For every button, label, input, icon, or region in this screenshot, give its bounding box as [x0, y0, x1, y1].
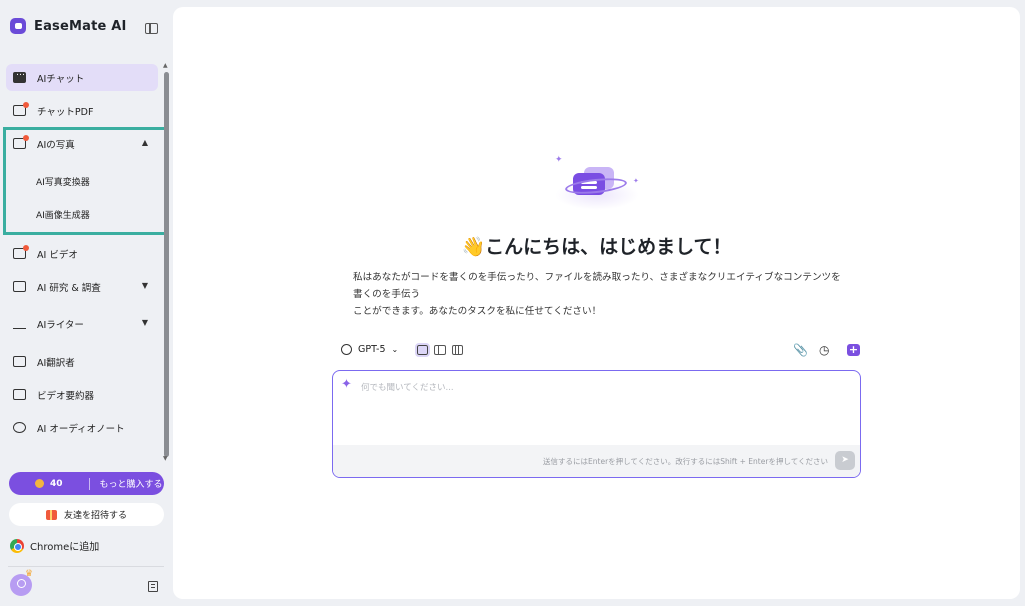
research-icon — [13, 281, 26, 292]
sidebar-nav: AIチャット チャットPDF AIの写真 ▲ AI写真変換器 AI画像生成器 A… — [6, 64, 158, 441]
scroll-up-icon[interactable]: ▲ — [163, 62, 168, 69]
sidebar-item-writer[interactable]: AIライター ▼ — [6, 310, 158, 337]
sidebar-subitem-photo-converter[interactable]: AI写真変換器 — [6, 169, 158, 193]
sidebar-item-audio-note[interactable]: AI オーディオノート — [6, 414, 158, 441]
sparkle-icon: ✦ — [633, 177, 639, 185]
chevron-up-icon: ▲ — [141, 138, 148, 147]
writer-icon — [13, 318, 26, 329]
chat-input-box[interactable]: ✦ 何でも聞いてください... 送信するにはEnterを押してください。改行する… — [332, 370, 861, 478]
chevron-down-icon: ▼ — [141, 318, 148, 327]
sidebar-item-label: AIの写真 — [37, 139, 75, 151]
translate-icon — [13, 356, 26, 367]
sidebar-item-label: AI写真変換器 — [36, 177, 90, 188]
pdf-icon — [13, 102, 29, 116]
main-panel: ✦ ✦ 👋こんにちは、はじめまして！ 私はあなたがコードを書くのを手伝ったり、フ… — [173, 7, 1020, 599]
chat-illustration-icon: ✦ ✦ — [547, 155, 647, 215]
description-line: 私はあなたがコードを書くのを手伝ったり、ファイルを読み取ったり、さまざまなクリエ… — [353, 272, 841, 300]
photo-icon — [13, 135, 29, 149]
easemate-logo-icon — [10, 18, 26, 34]
model-label: GPT-5 — [358, 344, 386, 355]
chat-input-placeholder[interactable]: 何でも聞いてください... — [361, 381, 454, 393]
chevron-down-icon: ⌄ — [391, 345, 399, 354]
history-icon[interactable]: ◷ — [819, 343, 829, 357]
chrome-label: Chromeに追加 — [30, 542, 100, 553]
sparkle-icon: ✦ — [555, 155, 563, 165]
video-icon — [13, 245, 29, 259]
attach-icon[interactable]: 📎 — [793, 343, 808, 357]
greeting-text: こんにちは、はじめまして！ — [485, 236, 732, 258]
split-view-icon[interactable] — [434, 345, 446, 355]
sidebar: EaseMate AI AIチャット チャットPDF AIの写真 ▲ AI写真変… — [0, 0, 172, 606]
sidebar-subitem-image-generator[interactable]: AI画像生成器 — [6, 202, 158, 226]
sidebar-item-research[interactable]: AI 研究 & 調査 ▼ — [6, 273, 158, 300]
credits-count: 40 — [50, 478, 63, 489]
sidebar-item-ai-chat[interactable]: AIチャット — [6, 64, 158, 91]
sidebar-item-label: AI オーディオノート — [37, 423, 125, 435]
sidebar-item-label: AI 研究 & 調査 — [37, 282, 101, 294]
sidebar-item-label: AI画像生成器 — [36, 210, 90, 221]
sidebar-item-chat-pdf[interactable]: チャットPDF — [6, 97, 158, 124]
divider — [8, 566, 164, 567]
single-view-icon[interactable] — [415, 343, 430, 357]
model-selector[interactable]: GPT-5 ⌄ — [341, 344, 398, 355]
sidebar-toggle-icon[interactable] — [145, 23, 158, 34]
coin-icon — [35, 479, 44, 488]
crown-icon: ♛ — [25, 569, 34, 579]
sidebar-scrollbar[interactable]: ▲ ▼ — [163, 62, 169, 462]
video-summary-icon — [13, 389, 26, 400]
invite-friends-button[interactable]: 友達を招待する — [9, 503, 164, 526]
sidebar-item-label: AI翻訳者 — [37, 357, 75, 369]
sidebar-item-label: AIライター — [37, 319, 84, 331]
add-to-chrome-link[interactable]: Chromeに追加 — [10, 538, 99, 553]
scroll-down-icon[interactable]: ▼ — [163, 455, 168, 462]
credits-button[interactable]: 40 もっと購入する — [9, 472, 164, 495]
sidebar-item-label: AI ビデオ — [37, 249, 78, 261]
credits-divider — [88, 477, 90, 490]
input-hint: 送信するにはEnterを押してください。改行するにはShift + Enterを… — [543, 457, 828, 466]
buy-more-label: もっと購入する — [99, 480, 163, 490]
wave-icon: 👋 — [461, 236, 486, 258]
audio-note-icon — [13, 422, 26, 433]
sidebar-item-label: チャットPDF — [37, 106, 94, 118]
sidebar-item-label: ビデオ要約器 — [37, 390, 95, 402]
openai-icon — [341, 344, 352, 355]
chat-icon — [13, 68, 26, 83]
chat-toolbar: GPT-5 ⌄ 📎 ◷ + — [339, 342, 861, 362]
sidebar-item-translator[interactable]: AI翻訳者 — [6, 348, 158, 375]
sidebar-item-ai-video[interactable]: AI ビデオ — [6, 240, 158, 267]
sidebar-item-video-summary[interactable]: ビデオ要約器 — [6, 381, 158, 408]
brand[interactable]: EaseMate AI — [10, 18, 127, 34]
sidebar-item-label: AIチャット — [37, 73, 85, 85]
scrollbar-thumb[interactable] — [164, 72, 169, 457]
chevron-down-icon: ▼ — [141, 281, 148, 290]
invite-label: 友達を招待する — [63, 511, 127, 521]
sparkle-icon: ✦ — [341, 377, 352, 392]
description: 私はあなたがコードを書くのを手伝ったり、ファイルを読み取ったり、さまざまなクリエ… — [353, 269, 843, 320]
brand-name: EaseMate AI — [34, 18, 127, 34]
input-footer: 送信するにはEnterを押してください。改行するにはShift + Enterを… — [333, 445, 860, 477]
triple-view-icon[interactable] — [452, 345, 463, 355]
greeting-heading: 👋こんにちは、はじめまして！ — [173, 232, 1020, 259]
new-chat-icon[interactable]: + — [847, 344, 860, 356]
gift-icon — [45, 509, 57, 520]
chrome-icon — [10, 538, 24, 553]
send-button[interactable]: ➤ — [835, 451, 855, 470]
book-icon[interactable] — [148, 581, 158, 592]
sidebar-item-ai-photo[interactable]: AIの写真 ▲ — [6, 130, 158, 157]
description-line: ことができます。あなたのタスクを私に任せてください！ — [353, 306, 602, 317]
